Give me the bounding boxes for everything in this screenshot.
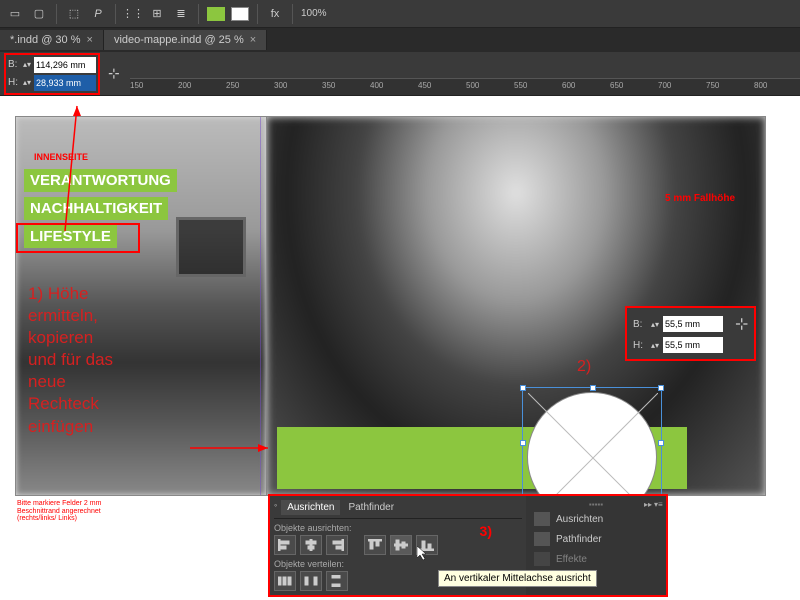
align-left-btn[interactable]	[274, 535, 296, 555]
width-label: B:	[633, 319, 647, 330]
document-tab[interactable]: *.indd @ 30 %×	[0, 30, 104, 50]
close-icon[interactable]: ×	[250, 34, 256, 46]
height-input[interactable]	[663, 337, 723, 353]
height-input[interactable]	[34, 75, 96, 91]
selection-frame	[522, 387, 662, 496]
tool-icon[interactable]: ▢	[30, 5, 48, 23]
tool-icon[interactable]: ⊞	[148, 5, 166, 23]
align-panel: ◦ Ausrichten Pathfinder ▸▸ ▾≡ Objekte au…	[268, 494, 668, 597]
height-label: H:	[633, 340, 647, 351]
control-bar: B: ▴▾ H: ▴▾ ⊹ 15020025030035040045050055…	[0, 52, 800, 96]
caption-text: Bitte markiere Felder 2 mm Beschnittrand…	[17, 500, 101, 523]
swatch-icon[interactable]	[207, 7, 225, 21]
tool-icon[interactable]: ⬚	[65, 5, 83, 23]
horizontal-ruler: 1502002503003504004505005506006507007508…	[130, 78, 800, 96]
height-label: H:	[8, 77, 20, 88]
close-icon[interactable]: ×	[87, 34, 93, 46]
align-hcenter-btn[interactable]	[300, 535, 322, 555]
tool-icon[interactable]: P	[89, 5, 107, 23]
stepper-icon[interactable]: ▴▾	[23, 60, 31, 69]
tooltip: An vertikaler Mittelachse ausricht	[438, 570, 597, 587]
side-align[interactable]: Ausrichten	[530, 509, 662, 529]
stepper-icon[interactable]: ▴▾	[23, 78, 31, 87]
menu-icon[interactable]: ▾≡	[654, 500, 662, 508]
tool-icon[interactable]: ⋮⋮	[124, 5, 142, 23]
document-tab[interactable]: video-mappe.indd @ 25 %×	[104, 30, 267, 50]
step2-label: 2)	[577, 357, 591, 378]
side-effects[interactable]: Effekte	[530, 549, 662, 569]
stepper-icon[interactable]: ▴▾	[651, 341, 659, 350]
dist-btn[interactable]	[326, 571, 348, 591]
scale-icon[interactable]: ⊹	[735, 314, 748, 334]
width-label: B:	[8, 59, 20, 70]
align-vcenter-btn[interactable]	[390, 535, 412, 555]
tool-icon[interactable]: fx	[266, 5, 284, 23]
align-buttons	[274, 535, 480, 555]
align-tab[interactable]: Ausrichten	[281, 500, 340, 515]
width-height-box: B: ▴▾ H: ▴▾	[4, 53, 100, 95]
align-top-btn[interactable]	[364, 535, 386, 555]
section-label: Objekte ausrichten: 3)	[274, 523, 522, 533]
document-tabs: *.indd @ 30 %× video-mappe.indd @ 25 %×	[0, 28, 800, 52]
stepper-icon[interactable]: ▴▾	[651, 320, 659, 329]
collapse-icon[interactable]: ▸▸	[644, 500, 652, 508]
app-toolbar: ▭ ▢ ⬚ P ⋮⋮ ⊞ ≣ fx 100%	[0, 0, 800, 28]
swatch-icon[interactable]	[231, 7, 249, 21]
pathfinder-tab[interactable]: Pathfinder	[342, 500, 400, 515]
zoom-value[interactable]: 100%	[301, 8, 327, 19]
align-bottom-btn[interactable]	[416, 535, 438, 555]
floating-dimensions: B: ▴▾ ⊹ H: ▴▾	[625, 306, 756, 361]
scale-icon[interactable]: ⊹	[108, 65, 120, 82]
panel-tabs: ◦ Ausrichten Pathfinder ▸▸ ▾≡	[274, 500, 522, 519]
width-input[interactable]	[663, 316, 723, 332]
section-label: Objekte verteilen:	[274, 559, 522, 569]
dist-btn[interactable]	[274, 571, 296, 591]
tool-icon[interactable]: ≣	[172, 5, 190, 23]
dist-btn[interactable]	[300, 571, 322, 591]
align-right-btn[interactable]	[326, 535, 348, 555]
fallhohe-label: 5 mm Fallhöhe	[665, 193, 735, 204]
width-input[interactable]	[34, 57, 96, 73]
tool-icon[interactable]: ▭	[6, 5, 24, 23]
side-pathfinder[interactable]: Pathfinder	[530, 529, 662, 549]
left-page: INNENSEITE VERANTWORTUNG NACHHALTIGKEIT …	[15, 116, 267, 496]
